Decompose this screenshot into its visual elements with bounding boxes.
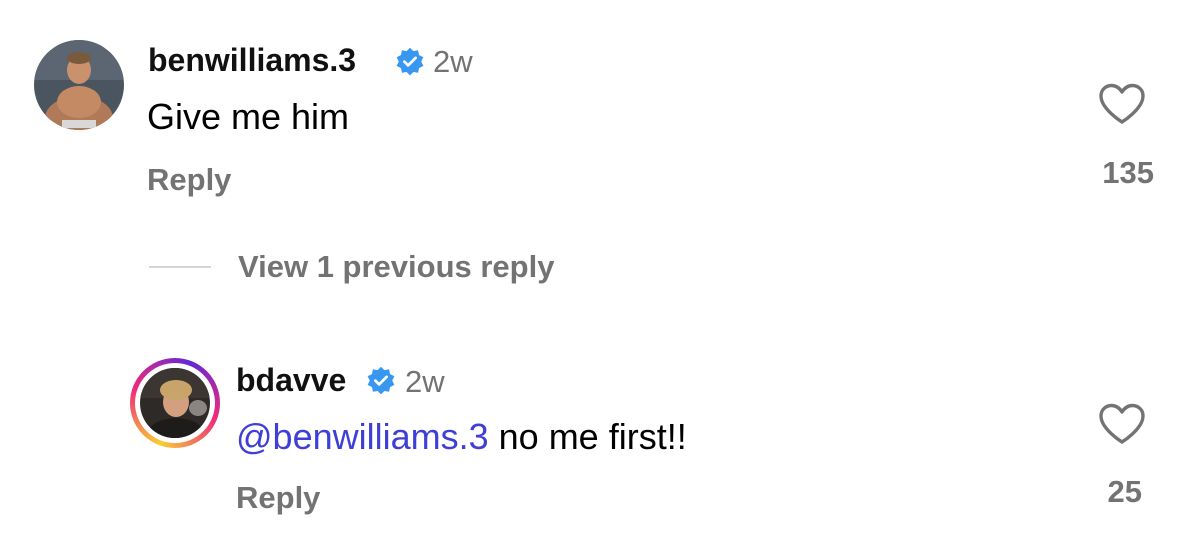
- comment-username[interactable]: bdavve: [236, 362, 346, 399]
- avatar-photo: [140, 368, 210, 438]
- comment-username[interactable]: benwilliams.3: [148, 42, 356, 79]
- avatar-bdavve: [140, 368, 210, 438]
- reply-button[interactable]: Reply: [236, 480, 320, 516]
- comment-timestamp: 2w: [433, 44, 473, 79]
- avatar-story-ring[interactable]: [130, 358, 220, 448]
- verified-badge-icon: [395, 47, 425, 77]
- avatar-benwilliams[interactable]: [34, 40, 124, 130]
- comment-text: Give me him: [147, 96, 350, 137]
- comment-text: no me first!!: [488, 416, 687, 457]
- like-heart-icon[interactable]: [1098, 403, 1146, 445]
- comment-timestamp: 2w: [405, 364, 445, 399]
- mention-link[interactable]: @benwilliams.3: [236, 416, 489, 457]
- verified-badge-icon: [366, 366, 396, 396]
- avatar-photo: [34, 40, 124, 130]
- reply-button[interactable]: Reply: [147, 162, 231, 198]
- like-count: 25: [1107, 474, 1142, 509]
- like-heart-icon[interactable]: [1098, 83, 1146, 125]
- view-previous-replies-button[interactable]: View 1 previous reply: [238, 249, 554, 285]
- thread-divider-line: [149, 266, 211, 268]
- comment-text-line: @benwilliams.3 no me first!!: [236, 416, 687, 458]
- like-count: 135: [1102, 155, 1154, 190]
